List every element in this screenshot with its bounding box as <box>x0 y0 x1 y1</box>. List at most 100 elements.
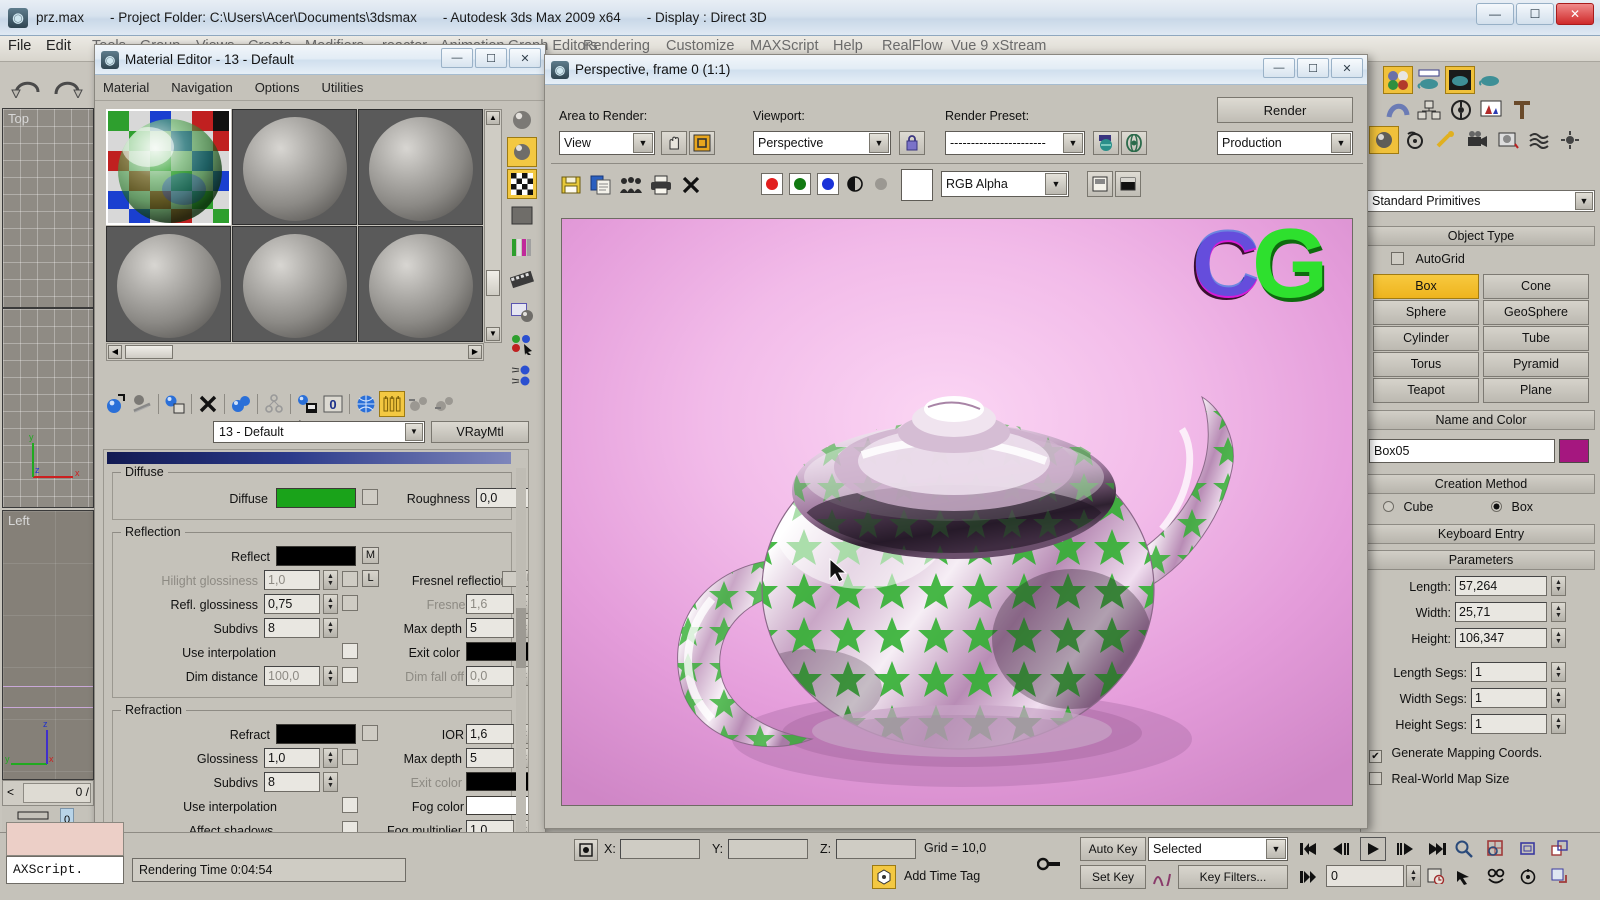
real-world-map-size-row[interactable]: Real-World Map Size <box>1369 772 1509 786</box>
rollout-keyboard-entry[interactable]: Keyboard Entry <box>1367 524 1595 544</box>
create-tab-icon[interactable] <box>1383 66 1413 94</box>
geometry-icon[interactable] <box>1369 126 1399 154</box>
monochrome-icon[interactable] <box>845 174 865 194</box>
arc-rotate-icon[interactable] <box>1484 865 1508 889</box>
systems-icon[interactable] <box>1555 126 1585 154</box>
width-input[interactable]: 25,71 <box>1455 602 1547 622</box>
monitor-gamma-swatch[interactable] <box>901 169 933 201</box>
subdivs-reflection-spinner[interactable]: ▲ ▼ <box>323 618 338 638</box>
object-button-cylinder[interactable]: Cylinder <box>1373 326 1479 351</box>
real-world-map-size-checkbox[interactable] <box>1369 772 1382 785</box>
background-checker-icon[interactable] <box>507 169 537 199</box>
chevron-down-icon[interactable]: ▼ <box>1575 192 1593 210</box>
subdivs-refraction-spinner[interactable]: ▲ ▼ <box>323 772 338 792</box>
backlight-icon[interactable] <box>507 137 537 167</box>
options-icon[interactable] <box>507 297 537 327</box>
rf-maximize-button[interactable]: ☐ <box>1297 58 1329 78</box>
width-segs-spinner[interactable]: ▲ ▼ <box>1551 688 1566 708</box>
chevron-down-icon[interactable]: ▼ <box>1266 839 1286 859</box>
show-map-in-viewport-icon[interactable] <box>353 391 379 417</box>
space-warps-icon[interactable] <box>1445 96 1475 124</box>
glossiness-refraction-spinner[interactable]: ▲ ▼ <box>323 748 338 768</box>
maximize-viewport-icon[interactable] <box>1548 865 1572 889</box>
minimize-button[interactable]: — <box>1476 3 1514 25</box>
slots-vertical-scrollbar[interactable]: ▲ ▼ <box>484 109 502 343</box>
generate-mapping-coords-row[interactable]: Generate Mapping Coords. <box>1369 746 1542 763</box>
length-spinner[interactable]: ▲ ▼ <box>1551 576 1566 596</box>
play-animation-icon[interactable] <box>1360 837 1386 861</box>
rollout-name-and-color[interactable]: Name and Color <box>1367 410 1595 430</box>
blue-channel-icon[interactable] <box>817 173 839 195</box>
material-slot-4[interactable] <box>106 226 231 342</box>
chevron-down-icon[interactable]: ▼ <box>1063 133 1083 153</box>
make-material-copy-icon[interactable] <box>228 391 254 417</box>
subdivs-reflection-input[interactable]: 8 <box>264 618 320 638</box>
chevron-down-icon[interactable]: ▼ <box>1045 173 1067 195</box>
object-button-box[interactable]: Box <box>1373 274 1479 299</box>
hilight-glossiness-spinner[interactable]: ▲ ▼ <box>323 570 338 590</box>
green-channel-icon[interactable] <box>789 173 811 195</box>
menu-item-edit[interactable]: Edit <box>46 38 71 54</box>
refl-glossiness-spinner[interactable]: ▲ ▼ <box>323 594 338 614</box>
helpers-icon[interactable] <box>1414 96 1444 124</box>
menu-item-file[interactable]: File <box>8 38 31 54</box>
print-icon[interactable] <box>649 173 673 197</box>
rf-minimize-button[interactable]: — <box>1263 58 1295 78</box>
material-slot-6[interactable] <box>358 226 483 342</box>
me-minimize-button[interactable]: — <box>441 48 473 68</box>
key-filters-button[interactable]: Key Filters... <box>1178 865 1288 889</box>
maxscript-mini-listener-input[interactable]: AXScript. <box>6 856 124 884</box>
use-interpolation-reflection-checkbox[interactable] <box>342 643 358 659</box>
chevron-down-icon[interactable]: ▼ <box>633 133 653 153</box>
glossiness-refraction-input[interactable]: 1,0 <box>264 748 320 768</box>
glossiness-refraction-map-button[interactable] <box>342 749 358 765</box>
reflect-color-swatch[interactable] <box>276 546 356 566</box>
make-preview-icon[interactable] <box>507 265 537 295</box>
environment-settings-icon[interactable] <box>1121 131 1147 155</box>
track-bar-left[interactable]: < 0 / <box>2 780 94 806</box>
area-to-render-dropdown[interactable]: View ▼ <box>559 131 655 155</box>
menu-item-maxscript[interactable]: MAXScript <box>750 38 819 54</box>
time-configuration-icon[interactable] <box>1424 865 1448 887</box>
current-frame-spinner[interactable]: ▲ ▼ <box>1406 865 1421 887</box>
save-bitmap-icon[interactable] <box>559 173 583 197</box>
rollout-parameters[interactable]: Parameters <box>1367 550 1595 570</box>
hilight-glossiness-lock-button[interactable]: L <box>362 570 379 587</box>
fresnel-ior-input[interactable]: 1,6 <box>466 594 514 614</box>
motion-tab-icon[interactable] <box>1476 66 1506 94</box>
height-segs-spinner[interactable]: ▲ ▼ <box>1551 714 1566 734</box>
zoom-region-icon[interactable] <box>1548 837 1572 861</box>
field-of-view-icon[interactable] <box>1516 865 1540 889</box>
material-slot-3[interactable] <box>358 109 483 225</box>
auto-key-button[interactable]: Auto Key <box>1080 837 1146 861</box>
current-frame-input[interactable]: 0 <box>1326 865 1404 887</box>
rendered-image[interactable]: C C C G G <box>561 218 1353 806</box>
hilight-glossiness-map-button[interactable] <box>342 571 358 587</box>
toggle-ui-display-icon[interactable] <box>1115 171 1141 197</box>
close-button[interactable]: ✕ <box>1556 3 1594 25</box>
viewport-left[interactable]: Left y z x <box>2 510 94 780</box>
viewport-front[interactable]: x y z <box>2 308 94 508</box>
width-segs-input[interactable]: 1 <box>1471 688 1547 708</box>
zoom-icon[interactable] <box>1452 837 1476 861</box>
material-map-navigator-icon[interactable] <box>507 361 537 391</box>
material-slot-1[interactable] <box>106 109 231 225</box>
refract-color-swatch[interactable] <box>276 724 356 744</box>
add-time-tag-icon[interactable] <box>872 865 896 889</box>
go-to-start-icon[interactable] <box>1296 837 1322 861</box>
parameters-scrollbar[interactable] <box>516 468 526 854</box>
material-name-dropdown[interactable]: 13 - Default ▼ <box>213 421 425 443</box>
refract-map-button[interactable] <box>362 725 378 741</box>
set-key-filters-curve-icon[interactable] <box>1150 867 1174 889</box>
scroll-thumb[interactable] <box>486 270 500 296</box>
pan-icon[interactable] <box>1452 865 1476 889</box>
generate-mapping-coords-checkbox[interactable] <box>1369 750 1382 763</box>
selection-lock-toggle-icon[interactable] <box>574 839 598 861</box>
refl-glossiness-input[interactable]: 0,75 <box>264 594 320 614</box>
refl-glossiness-map-button[interactable] <box>342 595 358 611</box>
autogrid-checkbox[interactable] <box>1391 252 1404 265</box>
height-input[interactable]: 106,347 <box>1455 628 1547 648</box>
rf-close-button[interactable]: ✕ <box>1331 58 1363 78</box>
pan-region-icon[interactable] <box>661 131 687 155</box>
zoom-all-icon[interactable] <box>1484 837 1508 861</box>
